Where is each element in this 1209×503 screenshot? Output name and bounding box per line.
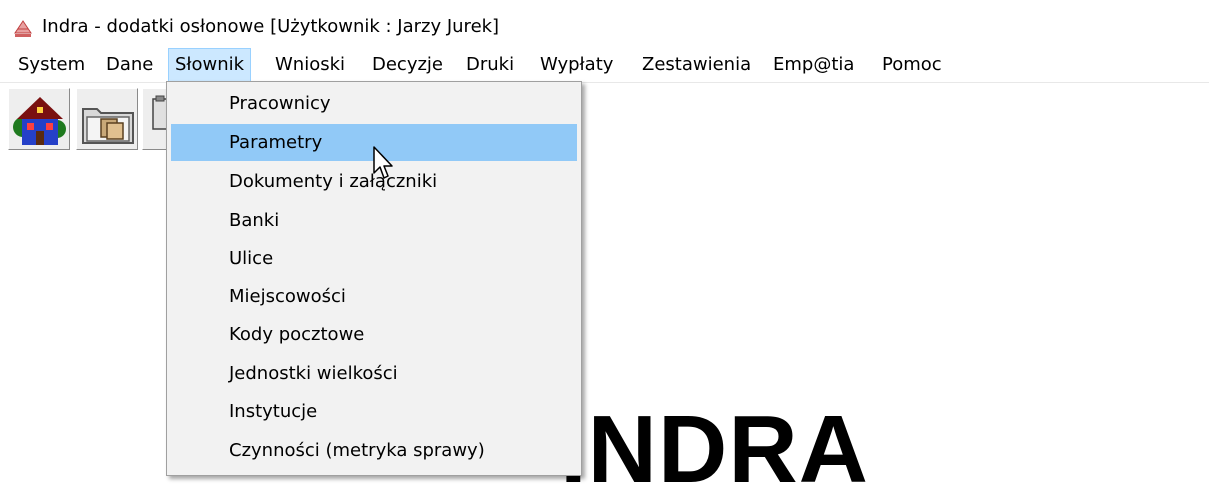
menu-item-jednostki[interactable]: Jednostki wielkości xyxy=(171,355,577,392)
menu-druki[interactable]: Druki xyxy=(460,48,520,82)
menu-bar: System Dane Słownik Wnioski Decyzje Druk… xyxy=(0,48,1209,83)
menu-item-pracownicy[interactable]: Pracownicy xyxy=(171,85,577,122)
folder-documents-icon xyxy=(82,108,134,144)
slownik-dropdown-menu: Pracownicy Parametry Dokumenty i załączn… xyxy=(166,81,582,476)
indra-logo-text: INDRA xyxy=(560,396,869,503)
menu-pomoc[interactable]: Pomoc xyxy=(876,48,948,82)
menu-wnioski[interactable]: Wnioski xyxy=(269,48,351,82)
menu-emptia[interactable]: Emp@tia xyxy=(767,48,860,82)
menu-item-banki[interactable]: Banki xyxy=(171,202,577,239)
menu-dane[interactable]: Dane xyxy=(100,48,159,82)
menu-decyzje[interactable]: Decyzje xyxy=(366,48,449,82)
toolbar-folder-button[interactable] xyxy=(76,88,138,150)
toolbar-clipboard-button[interactable] xyxy=(142,88,168,150)
menu-item-kody-pocztowe[interactable]: Kody pocztowe xyxy=(171,316,577,353)
menu-zestawienia[interactable]: Zestawienia xyxy=(636,48,757,82)
window-title: Indra - dodatki osłonowe [Użytkownik : J… xyxy=(42,16,500,37)
menu-item-miejscowosci[interactable]: Miejscowości xyxy=(171,278,577,315)
clipboard-icon xyxy=(152,95,167,130)
menu-item-instytucje[interactable]: Instytucje xyxy=(171,393,577,430)
menu-item-czynnosci[interactable]: Czynności (metryka sprawy) xyxy=(171,432,577,469)
indra-app-icon xyxy=(14,20,32,37)
house-icon xyxy=(13,97,66,145)
toolbar-home-button[interactable] xyxy=(8,88,70,150)
menu-wyplaty[interactable]: Wypłaty xyxy=(534,48,619,82)
title-bar: Indra - dodatki osłonowe [Użytkownik : J… xyxy=(0,0,1209,42)
menu-system[interactable]: System xyxy=(12,48,91,82)
mouse-pointer-icon xyxy=(373,146,393,179)
menu-slownik[interactable]: Słownik xyxy=(168,48,252,82)
menu-item-ulice[interactable]: Ulice xyxy=(171,240,577,277)
